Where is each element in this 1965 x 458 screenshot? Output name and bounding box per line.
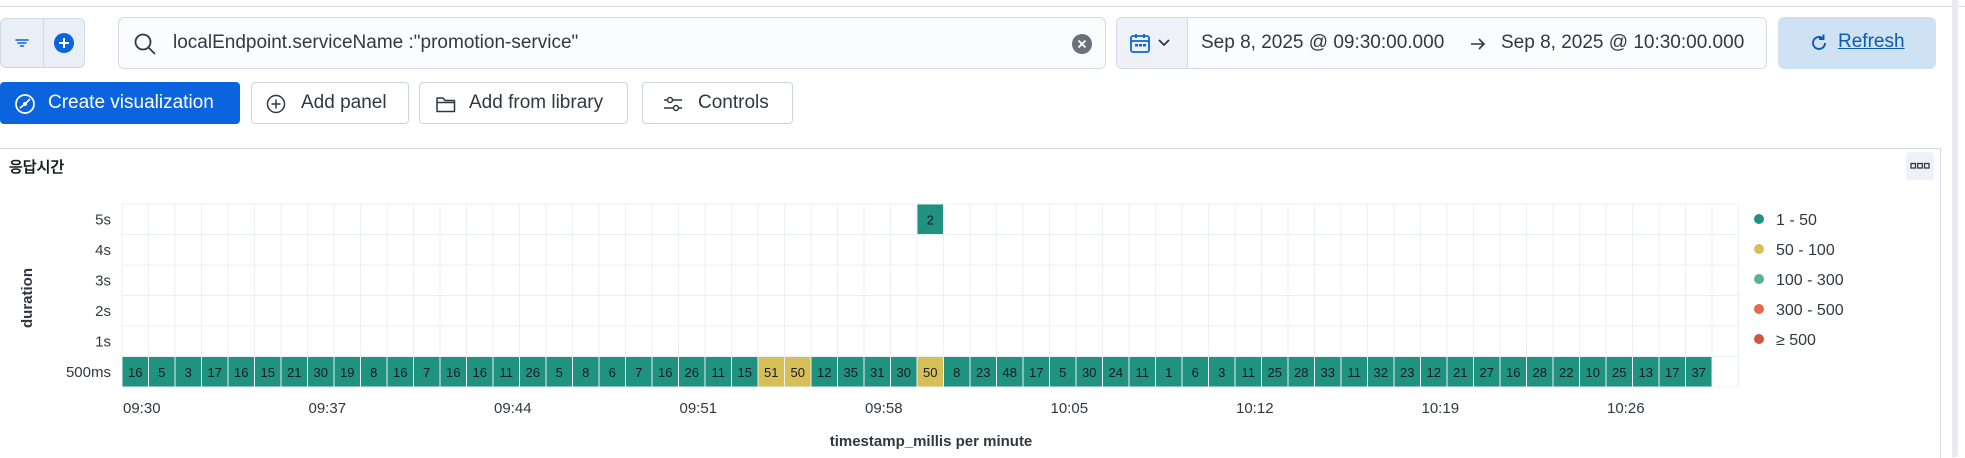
cell-label: 17 — [208, 365, 222, 380]
cell-label: 16 — [446, 365, 460, 380]
x-tick-label: 09:37 — [309, 400, 347, 417]
cell-label: 37 — [1692, 365, 1706, 380]
cell-label: 25 — [1612, 365, 1626, 380]
cell-label: 3 — [185, 365, 192, 380]
x-tick-label: 10:12 — [1236, 400, 1274, 417]
cell-label: 28 — [1533, 365, 1547, 380]
cell-label: 32 — [1374, 365, 1388, 380]
cell-label: 1 — [1165, 365, 1172, 380]
cell-label: 50 — [923, 365, 937, 380]
x-tick-label: 09:51 — [680, 400, 718, 417]
y-axis: 500ms 1s 2s 3s 4s 5s — [66, 211, 111, 381]
cell-label: 6 — [1192, 365, 1199, 380]
cell-label: 26 — [685, 365, 699, 380]
cell-label: 8 — [582, 365, 589, 380]
y-tick-label: 5s — [95, 211, 111, 228]
y-tick-label: 4s — [95, 242, 111, 259]
cell-label: 16 — [473, 365, 487, 380]
cell-label: 16 — [1506, 365, 1520, 380]
x-tick-label: 10:19 — [1422, 400, 1460, 417]
y-tick-label: 2s — [95, 303, 111, 320]
legend: 1 - 50 50 - 100 100 - 300 300 - 500 ≥ 500 — [1754, 212, 1844, 349]
cell-label: 35 — [844, 365, 858, 380]
cell-label: 11 — [712, 365, 726, 380]
cell-label: 17 — [1665, 365, 1679, 380]
cell-label: 25 — [1268, 365, 1282, 380]
cell-label: 15 — [261, 365, 275, 380]
legend-label: 50 - 100 — [1776, 242, 1835, 259]
cell-label: 24 — [1109, 365, 1123, 380]
cell-label: 51 — [764, 365, 778, 380]
cell-label: 27 — [1480, 365, 1494, 380]
cell-label: 30 — [314, 365, 328, 380]
x-tick-label: 09:44 — [494, 400, 532, 417]
y-tick-label: 500ms — [66, 364, 111, 381]
legend-label: 300 - 500 — [1776, 302, 1844, 319]
legend-swatch — [1754, 214, 1764, 224]
y-tick-label: 3s — [95, 272, 111, 289]
legend-swatch — [1754, 334, 1764, 344]
cell-label: 30 — [1082, 365, 1096, 380]
cell-label: 28 — [1294, 365, 1308, 380]
x-tick-label: 09:30 — [123, 400, 161, 417]
x-axis: 09:30 09:37 09:44 09:51 09:58 10:05 10:12 10:19… — [123, 400, 1645, 417]
legend-swatch — [1754, 244, 1764, 254]
cell-label: 6 — [609, 365, 616, 380]
cell-label: 17 — [1029, 365, 1043, 380]
cell-label: 33 — [1321, 365, 1335, 380]
cell-label: 8 — [370, 365, 377, 380]
y-axis-title: duration — [19, 268, 36, 328]
cell-label: 5 — [1059, 365, 1066, 380]
cell-label: 16 — [128, 365, 142, 380]
cell-label: 11 — [1348, 365, 1362, 380]
cell-label: 21 — [287, 365, 301, 380]
cell-label: 11 — [1136, 365, 1150, 380]
cell-label: 10 — [1586, 365, 1600, 380]
cell-label: 5 — [158, 365, 165, 380]
cell-label: 48 — [1003, 365, 1017, 380]
cell-label: 16 — [393, 365, 407, 380]
cell-label: 50 — [791, 365, 805, 380]
x-tick-label: 10:05 — [1051, 400, 1089, 417]
cell-label: 21 — [1453, 365, 1467, 380]
cell-label: 7 — [423, 365, 430, 380]
cell-label: 11 — [500, 365, 514, 380]
cell-label: 12 — [817, 365, 831, 380]
cell-label: 2 — [927, 212, 934, 227]
x-tick-label: 10:26 — [1607, 400, 1645, 417]
legend-label: ≥ 500 — [1776, 332, 1816, 349]
cell-label: 22 — [1559, 365, 1573, 380]
cell-label: 7 — [635, 365, 642, 380]
cell-label: 23 — [976, 365, 990, 380]
cell-label: 11 — [1242, 365, 1256, 380]
cell-label: 26 — [526, 365, 540, 380]
cell-label: 23 — [1400, 365, 1414, 380]
cell-label: 16 — [234, 365, 248, 380]
legend-label: 1 - 50 — [1776, 212, 1817, 229]
cell-label: 30 — [897, 365, 911, 380]
cell-label: 8 — [953, 365, 960, 380]
legend-swatch — [1754, 304, 1764, 314]
x-tick-label: 09:58 — [865, 400, 903, 417]
cell-label: 5 — [556, 365, 563, 380]
x-axis-title: timestamp_millis per minute — [830, 433, 1033, 450]
legend-label: 100 - 300 — [1776, 272, 1844, 289]
heatmap-chart: 16 5 3 17 16 15 21 30 19 8 16 7 16 16 11 26 5 8 6 7 16 26 11 15… — [19, 203, 1844, 450]
cell-label: 13 — [1639, 365, 1653, 380]
legend-swatch — [1754, 274, 1764, 284]
cell-label: 19 — [340, 365, 354, 380]
y-tick-label: 1s — [95, 333, 111, 350]
cell-label: 16 — [658, 365, 672, 380]
cell-label: 15 — [738, 365, 752, 380]
cell-label: 31 — [870, 365, 884, 380]
cell-label: 12 — [1427, 365, 1441, 380]
cell-label: 3 — [1218, 365, 1225, 380]
